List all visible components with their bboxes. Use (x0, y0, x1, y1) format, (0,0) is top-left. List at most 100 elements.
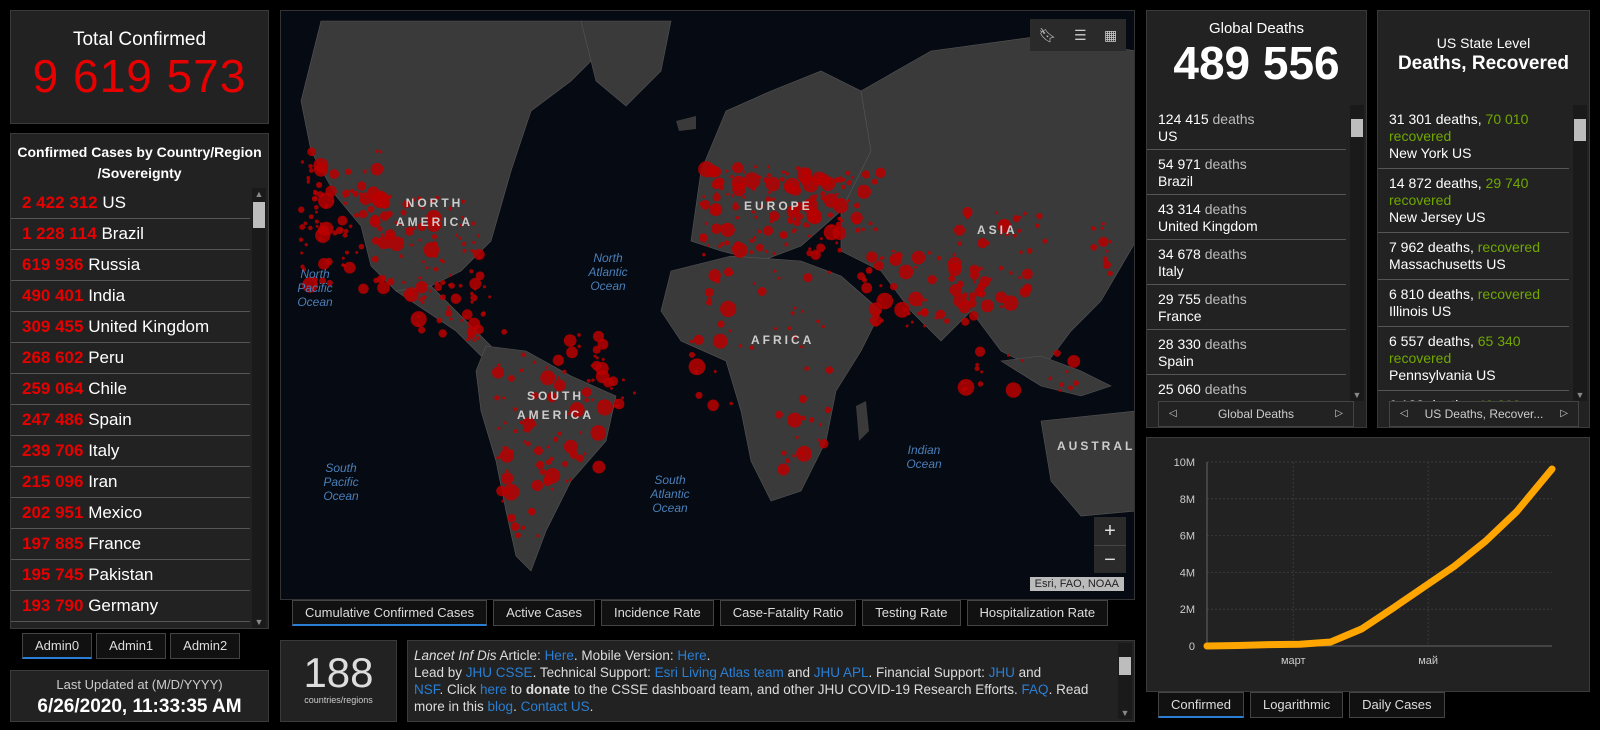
case-bubble[interactable] (784, 242, 789, 247)
case-bubble[interactable] (704, 221, 708, 226)
legend-list-icon[interactable]: ☰ (1074, 27, 1087, 44)
case-bubble[interactable] (508, 375, 515, 382)
case-bubble[interactable] (732, 242, 748, 258)
case-bubble[interactable] (957, 241, 963, 246)
list-item[interactable]: 490 401 India (11, 281, 250, 312)
case-bubble[interactable] (422, 295, 427, 300)
case-bubble[interactable] (944, 318, 950, 324)
list-item[interactable]: 29 755 deaths France (1147, 285, 1346, 330)
case-bubble[interactable] (967, 212, 972, 217)
case-bubble[interactable] (593, 354, 597, 358)
case-bubble[interactable] (300, 251, 304, 255)
case-bubble[interactable] (704, 287, 714, 297)
scroll-thumb[interactable] (1574, 119, 1586, 141)
case-bubble[interactable] (418, 297, 423, 302)
case-bubble[interactable] (980, 370, 984, 374)
case-bubble[interactable] (808, 417, 815, 423)
data-point[interactable] (1451, 562, 1458, 569)
case-bubble[interactable] (714, 277, 721, 284)
case-bubble[interactable] (480, 311, 486, 317)
case-bubble[interactable] (470, 294, 478, 302)
case-bubble[interactable] (462, 248, 467, 253)
case-bubble[interactable] (557, 376, 561, 380)
case-bubble[interactable] (868, 221, 873, 226)
data-point[interactable] (1296, 641, 1303, 648)
case-bubble[interactable] (577, 344, 581, 349)
case-bubble[interactable] (702, 252, 706, 257)
case-bubble[interactable] (377, 281, 390, 295)
case-bubble[interactable] (732, 182, 746, 197)
case-bubble[interactable] (960, 380, 964, 385)
case-bubble[interactable] (1065, 370, 1069, 374)
case-bubble[interactable] (836, 176, 844, 183)
scroll-thumb[interactable] (1351, 119, 1363, 137)
case-bubble[interactable] (440, 279, 446, 286)
case-bubble[interactable] (529, 508, 533, 512)
case-bubble[interactable] (977, 381, 984, 387)
case-bubble[interactable] (920, 308, 929, 317)
case-bubble[interactable] (861, 227, 865, 232)
case-bubble[interactable] (458, 236, 462, 240)
case-bubble[interactable] (804, 366, 809, 371)
case-bubble[interactable] (914, 265, 918, 269)
case-bubble[interactable] (521, 352, 526, 358)
case-bubble[interactable] (835, 241, 839, 245)
case-bubble[interactable] (751, 187, 756, 191)
case-bubble[interactable] (819, 237, 823, 241)
list-item[interactable]: 6 133 deaths, 49 290 recovered (1378, 391, 1569, 401)
case-bubble[interactable] (577, 333, 581, 337)
tab-active-cases[interactable]: Active Cases (493, 600, 595, 626)
case-bubble[interactable] (777, 276, 781, 280)
case-bubble[interactable] (454, 233, 459, 237)
case-bubble[interactable] (706, 243, 710, 247)
case-bubble[interactable] (568, 478, 573, 482)
list-item[interactable]: 197 885 France (11, 529, 250, 560)
tab-admin2[interactable]: Admin2 (170, 633, 241, 659)
case-bubble[interactable] (472, 338, 476, 342)
case-bubble[interactable] (799, 450, 805, 456)
bookmark-icon[interactable]: 🔖︎ (1039, 27, 1057, 44)
case-bubble[interactable] (732, 162, 744, 174)
list-item[interactable]: 309 455 United Kingdom (11, 312, 250, 343)
case-bubble[interactable] (827, 270, 831, 274)
list-item[interactable]: 619 936 Russia (11, 250, 250, 281)
case-bubble[interactable] (423, 283, 427, 287)
data-point[interactable] (1389, 605, 1396, 612)
data-point[interactable] (1513, 508, 1520, 515)
case-bubble[interactable] (706, 165, 719, 178)
case-bubble[interactable] (314, 205, 319, 210)
state-scrollbar[interactable]: ▼ (1573, 105, 1587, 401)
case-bubble[interactable] (379, 150, 383, 154)
case-bubble[interactable] (766, 165, 771, 169)
case-bubble[interactable] (772, 216, 776, 220)
case-bubble[interactable] (477, 255, 481, 259)
case-bubble[interactable] (712, 333, 728, 349)
case-bubble[interactable] (476, 336, 481, 341)
case-bubble[interactable] (749, 238, 755, 244)
tab-logarithmic[interactable]: Logarithmic (1249, 692, 1344, 718)
case-bubble[interactable] (491, 366, 505, 379)
case-bubble[interactable] (757, 175, 762, 179)
case-bubble[interactable] (497, 426, 501, 430)
case-bubble[interactable] (341, 256, 345, 260)
case-bubble[interactable] (825, 366, 834, 374)
case-bubble[interactable] (753, 235, 757, 240)
case-bubble[interactable] (465, 338, 469, 342)
case-bubble[interactable] (473, 324, 484, 335)
case-bubble[interactable] (417, 323, 421, 327)
case-bubble[interactable] (763, 225, 774, 236)
case-bubble[interactable] (998, 265, 1004, 271)
case-bubble[interactable] (819, 175, 823, 179)
case-bubble[interactable] (816, 438, 820, 442)
case-bubble[interactable] (764, 249, 769, 254)
case-bubble[interactable] (832, 197, 849, 214)
case-bubble[interactable] (855, 227, 861, 233)
case-bubble[interactable] (592, 460, 606, 474)
tab-daily-cases[interactable]: Daily Cases (1349, 692, 1445, 718)
case-bubble[interactable] (507, 513, 516, 523)
case-bubble[interactable] (724, 240, 730, 246)
case-bubble[interactable] (781, 170, 786, 174)
case-bubble[interactable] (792, 228, 797, 233)
case-bubble[interactable] (609, 386, 613, 390)
case-bubble[interactable] (1105, 249, 1109, 253)
